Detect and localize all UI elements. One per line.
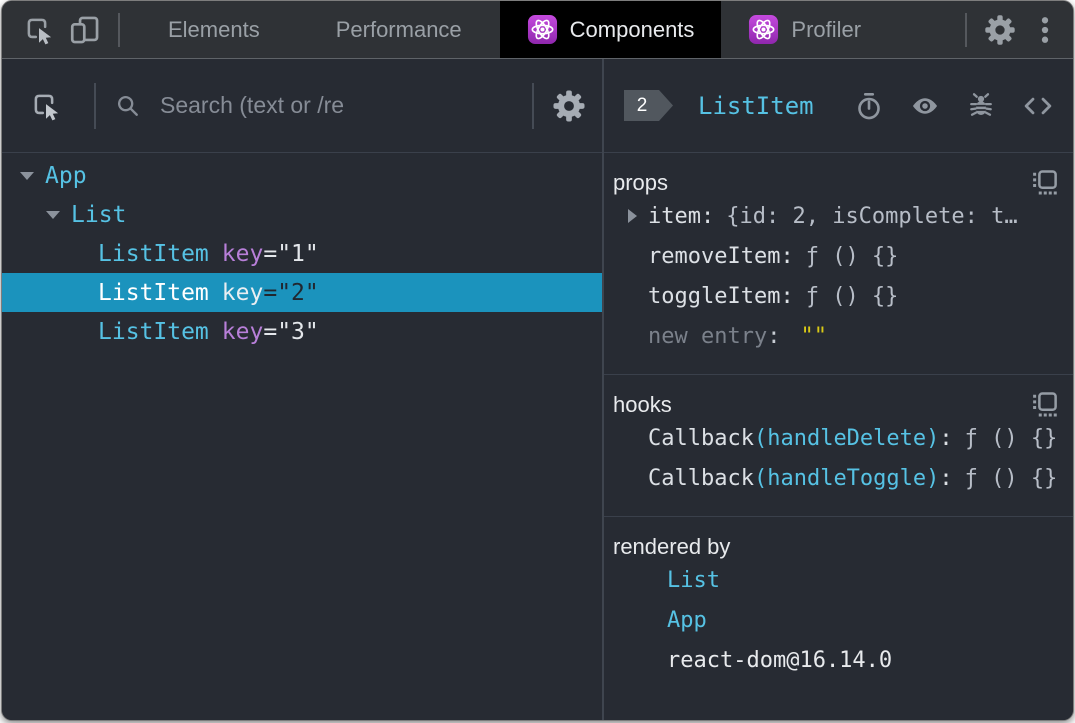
hooks-section: hooks Callback (handleDelete): ƒ () {} C…: [604, 375, 1073, 517]
search-icon: [114, 92, 142, 120]
tab-profiler-label: Profiler: [791, 16, 862, 42]
view-source-button[interactable]: [1021, 91, 1055, 121]
tree-row-list[interactable]: List: [2, 195, 602, 234]
tab-elements[interactable]: Elements: [130, 1, 298, 58]
gear-icon: [982, 12, 1018, 48]
stopwatch-icon: [854, 91, 884, 121]
inspect-dom-button[interactable]: [909, 91, 941, 121]
copy-icon: [1030, 391, 1060, 421]
owners-stack-badge[interactable]: 2: [624, 90, 673, 121]
prop-row-item[interactable]: item: {id: 2, isComplete: t…: [613, 196, 1059, 236]
props-section-label: props: [613, 170, 669, 195]
key-attribute: key="1": [221, 240, 319, 267]
prop-row-toggleitem[interactable]: toggleItem: ƒ () {}: [613, 276, 1059, 316]
rendered-by-list-link[interactable]: List: [613, 560, 1059, 600]
tree-row-app[interactable]: App: [2, 156, 602, 195]
search-bar: [114, 92, 516, 120]
react-logo-icon: [527, 14, 558, 45]
inspect-cursor-icon: [30, 90, 62, 122]
rendered-by-section: rendered by List App react-dom@16.14.0: [604, 517, 1073, 720]
tab-profiler[interactable]: Profiler: [721, 1, 888, 58]
kebab-menu-icon: [1030, 13, 1060, 47]
rendered-by-app-link[interactable]: App: [613, 600, 1059, 640]
devtools-tab-bar: Elements Performance Components Profiler: [2, 1, 1073, 59]
components-panel: App List ListItem key="1" ListItem key="…: [2, 59, 1073, 720]
select-component-button[interactable]: [30, 90, 62, 122]
component-name: ListItem: [98, 279, 209, 306]
component-tree: App List ListItem key="1" ListItem key="…: [2, 153, 602, 351]
component-name: ListItem: [98, 318, 209, 345]
react-logo-icon: [748, 14, 779, 45]
eye-icon: [909, 91, 941, 121]
component-name: App: [45, 162, 87, 189]
code-brackets-icon: [1021, 91, 1055, 121]
inspected-element-panel: 2 ListItem props item: {id: 2, isComple…: [604, 59, 1073, 720]
search-input[interactable]: [160, 92, 516, 119]
tree-settings-button[interactable]: [550, 87, 588, 125]
gear-icon: [550, 87, 588, 125]
device-toolbar-icon: [68, 13, 102, 47]
chevron-down-icon[interactable]: [46, 210, 60, 219]
tree-row-listitem-2-selected[interactable]: ListItem key="2": [2, 273, 602, 312]
debug-button[interactable]: [966, 91, 996, 121]
toolbar-separator: [965, 12, 967, 47]
copy-hooks-button[interactable]: [1030, 391, 1060, 421]
suspend-timer-button[interactable]: [854, 91, 884, 121]
chevron-down-icon[interactable]: [20, 171, 34, 180]
tab-components-label: Components: [569, 16, 695, 42]
inspect-cursor-icon: [23, 14, 55, 46]
hook-row-handledelete[interactable]: Callback (handleDelete): ƒ () {}: [613, 418, 1059, 458]
devtools-menu-button[interactable]: [1023, 7, 1067, 53]
tab-components[interactable]: Components: [499, 1, 722, 58]
component-name: List: [71, 201, 127, 228]
tree-toolbar: [2, 59, 602, 153]
key-attribute: key="3": [221, 318, 319, 345]
rendered-by-renderer-version: react-dom@16.14.0: [667, 647, 893, 673]
device-toolbar-button[interactable]: [62, 7, 108, 53]
tab-performance[interactable]: Performance: [298, 1, 500, 58]
inspect-element-button[interactable]: [16, 7, 62, 53]
tree-row-listitem-3[interactable]: ListItem key="3": [2, 312, 602, 351]
badge-count: 2: [636, 94, 648, 116]
toolbar-separator: [532, 82, 534, 129]
prop-row-new-entry[interactable]: new entry: "": [613, 316, 1059, 356]
selected-component-title: ListItem: [698, 91, 814, 120]
toolbar-separator: [118, 12, 120, 47]
tab-performance-label: Performance: [335, 16, 462, 42]
devtools-settings-button[interactable]: [977, 7, 1023, 53]
prop-row-removeitem[interactable]: removeItem: ƒ () {}: [613, 236, 1059, 276]
devtools-window: Elements Performance Components Profiler…: [1, 0, 1074, 721]
tab-elements-label: Elements: [168, 16, 260, 42]
chevron-right-icon[interactable]: [628, 209, 637, 223]
key-attribute: key="2": [221, 279, 319, 306]
tree-row-listitem-1[interactable]: ListItem key="1": [2, 234, 602, 273]
hooks-section-label: hooks: [613, 392, 672, 417]
rendered-by-label: rendered by: [613, 534, 731, 559]
new-entry-value-input[interactable]: "": [800, 324, 827, 349]
toolbar-separator: [94, 82, 96, 129]
copy-props-button[interactable]: [1030, 169, 1060, 199]
inspected-element-header: 2 ListItem: [604, 59, 1073, 153]
component-name: ListItem: [98, 240, 209, 267]
bug-icon: [966, 91, 996, 121]
props-section: props item: {id: 2, isComplete: t… remov…: [604, 153, 1073, 375]
hook-row-handletoggle[interactable]: Callback (handleToggle): ƒ () {}: [613, 458, 1059, 498]
copy-icon: [1030, 169, 1060, 199]
component-tree-panel: App List ListItem key="1" ListItem key="…: [2, 59, 604, 720]
